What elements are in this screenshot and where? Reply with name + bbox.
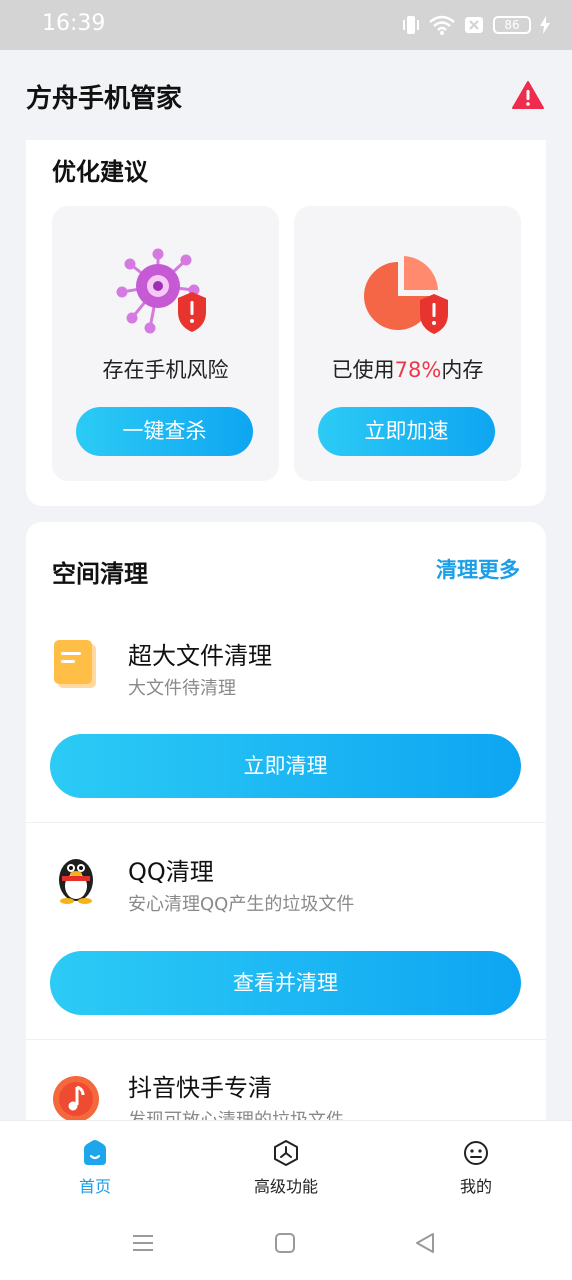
qq-penguin-icon [59,859,93,904]
system-nav-bar [0,1210,572,1280]
status-icons: 86 [402,12,550,38]
nav-advanced[interactable]: 高级功能 [226,1139,346,1197]
profile-face-icon [464,1141,488,1165]
home-icon [84,1140,106,1165]
space-title: 空间清理 [52,560,148,588]
nav-mine[interactable]: 我的 [416,1139,536,1197]
home-square-icon[interactable] [274,1232,296,1254]
music-note-icon [53,1076,99,1122]
pie-shield-icon [364,256,448,334]
clean-more-link[interactable]: 清理更多 [436,554,520,584]
warning-icon[interactable] [512,80,544,110]
app-header: 方舟手机管家 [0,50,572,140]
optimize-title: 优化建议 [52,158,148,186]
douyin-kuaishou-title: 抖音快手专清 [128,1074,272,1102]
space-cleanup-card: 空间清理 清理更多 超大文件清理 大文件待清理 立即清理 QQ清理 安心清理QQ… [26,522,546,1132]
speed-up-button[interactable]: 立即加速 [318,407,495,456]
status-bar: 16:39 86 [0,0,572,50]
memory-percent: 78% [394,358,442,382]
battery-indicator: 86 [493,16,531,34]
risk-label: 存在手机风险 [102,358,229,382]
clean-now-button[interactable]: 立即清理 [50,734,521,798]
bottom-nav: 首页 高级功能 我的 [0,1120,572,1210]
memory-tile[interactable]: 已使用78%内存 立即加速 [294,206,521,481]
back-triangle-icon[interactable] [414,1232,436,1254]
memory-label: 已使用78%内存 [331,358,484,382]
app-title: 方舟手机管家 [26,84,183,114]
view-and-clean-button[interactable]: 查看并清理 [50,951,521,1015]
qq-clean-title: QQ清理 [128,858,214,886]
vibrate-icon [403,16,419,34]
divider [26,1039,546,1040]
nav-home[interactable]: 首页 [35,1139,155,1197]
qq-clean-subtitle: 安心清理QQ产生的垃圾文件 [128,894,355,915]
nav-advanced-label: 高级功能 [253,1177,318,1196]
advanced-hexagon-icon [274,1140,298,1166]
wifi-icon [429,15,455,35]
large-file-icon [54,640,96,688]
large-file-subtitle: 大文件待清理 [128,678,236,699]
menu-icon[interactable] [132,1232,154,1254]
divider [26,822,546,823]
nav-home-label: 首页 [78,1177,111,1196]
charging-icon [540,16,550,34]
risk-tile[interactable]: 存在手机风险 一键查杀 [52,206,279,481]
nav-mine-label: 我的 [459,1177,492,1196]
virus-shield-icon [116,248,206,334]
optimize-card: 优化建议 存在手机风险 一键查杀 已使用78%内存 立即加速 [26,140,546,506]
large-file-title: 超大文件清理 [128,642,272,670]
status-time: 16:39 [42,11,106,36]
scan-kill-button[interactable]: 一键查杀 [76,407,253,456]
sim-off-icon [465,17,483,33]
